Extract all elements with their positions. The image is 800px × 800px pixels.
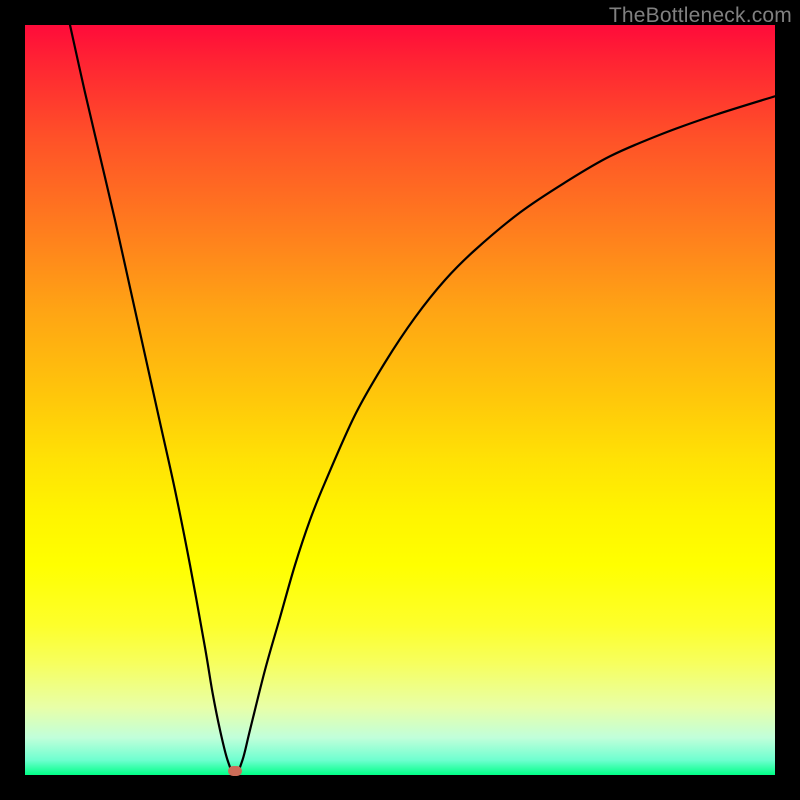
plot-background xyxy=(25,25,775,775)
watermark-text: TheBottleneck.com xyxy=(609,4,792,28)
minimum-marker xyxy=(228,766,242,776)
